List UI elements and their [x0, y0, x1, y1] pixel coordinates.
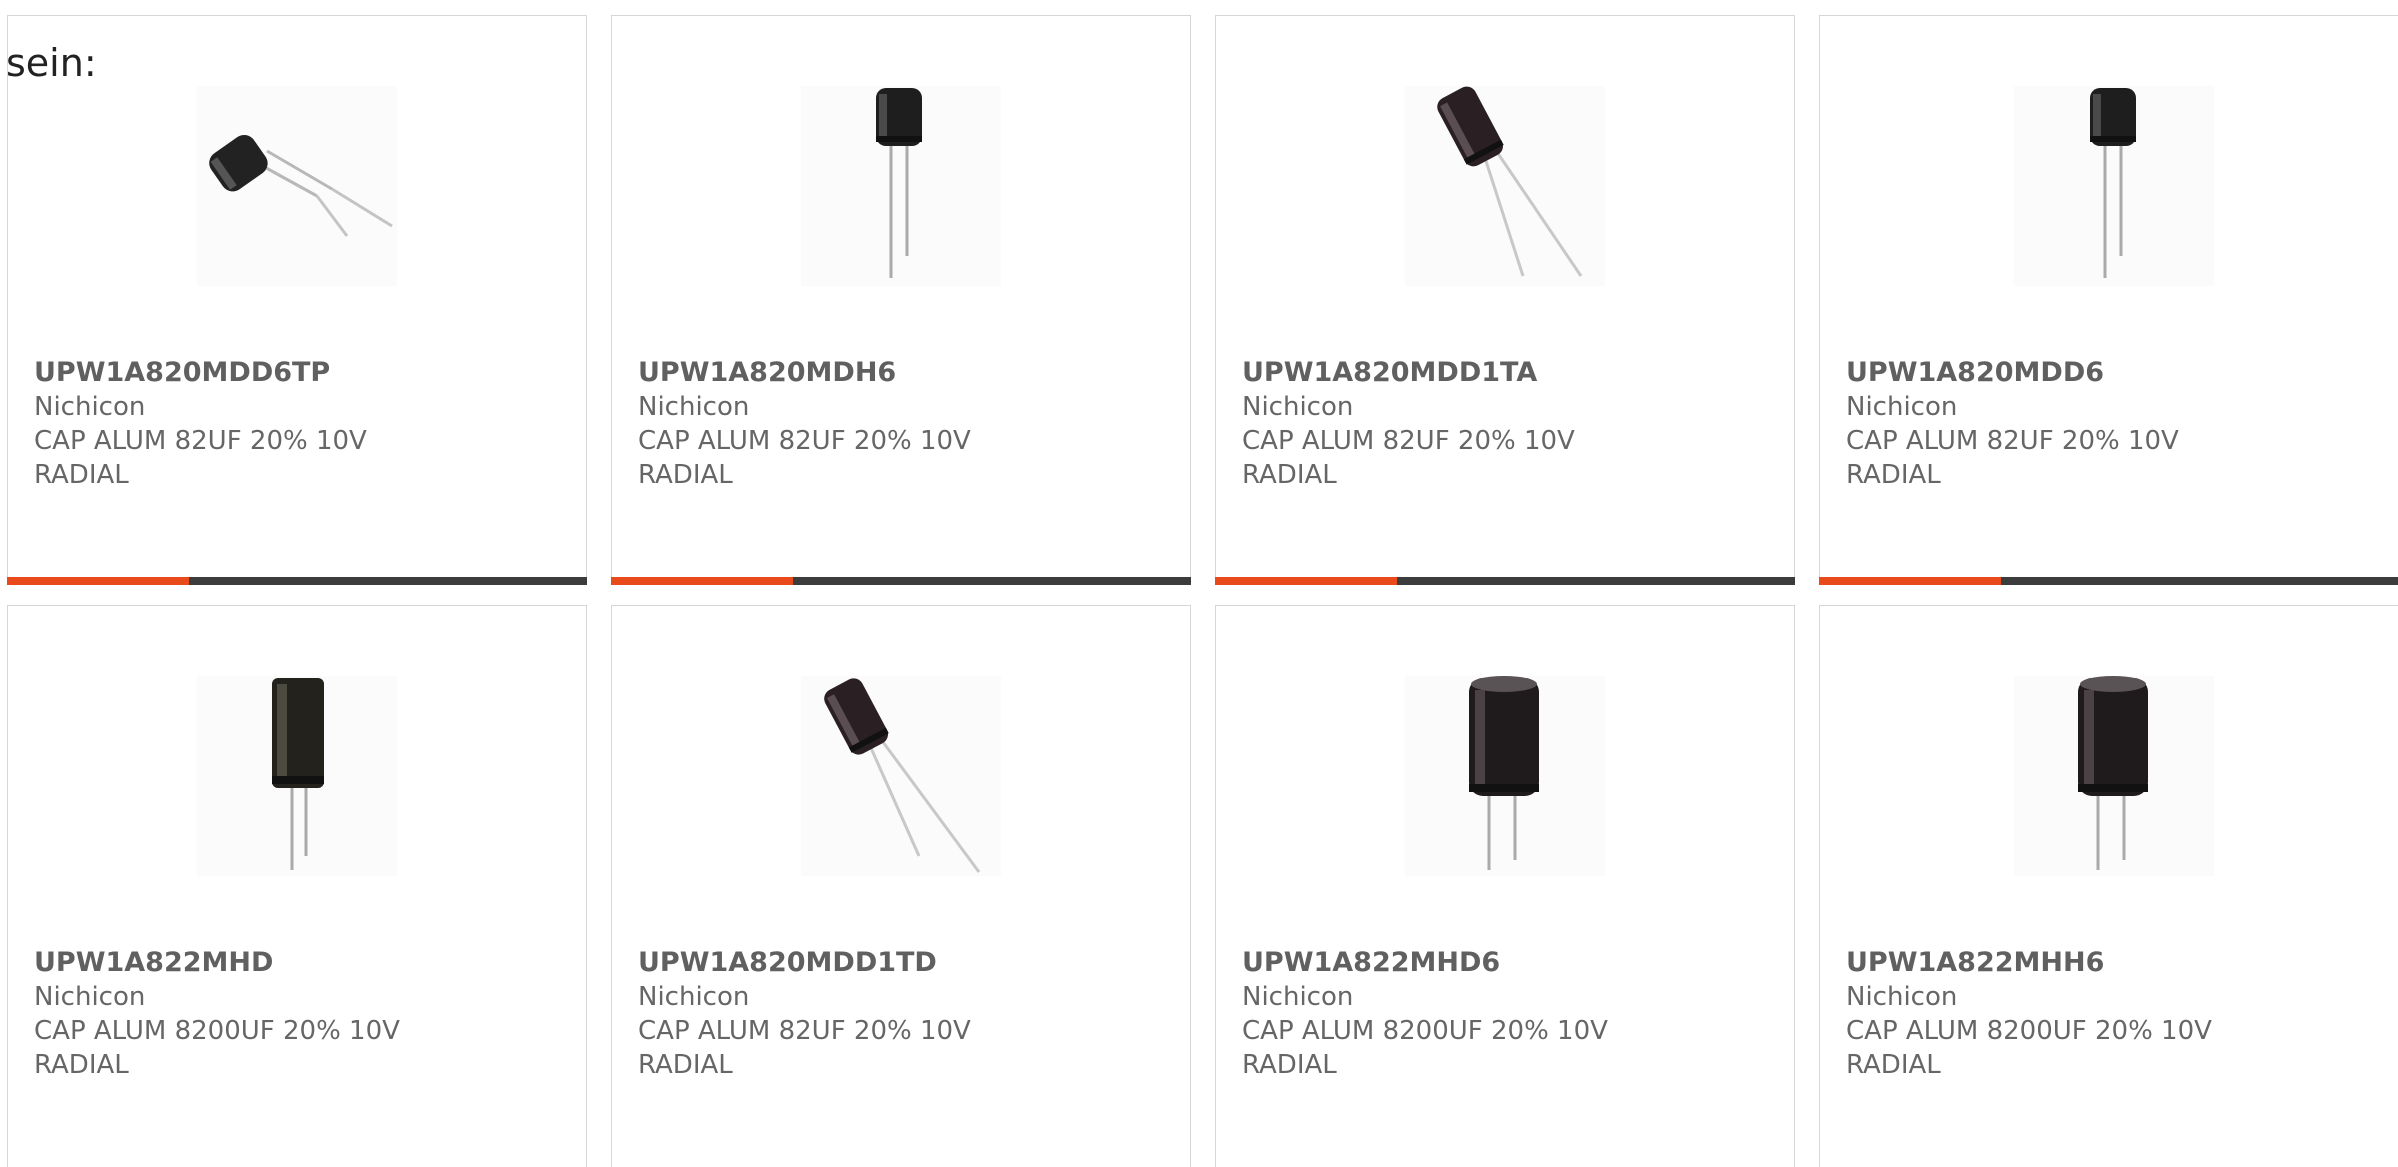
description-package: RADIAL	[34, 460, 129, 490]
part-number-link[interactable]: UPW1A820MDD6	[1846, 356, 2179, 390]
product-card[interactable]: UPW1A820MDD1TA Nichicon CAP ALUM 82UF 20…	[1215, 15, 1795, 585]
description: CAP ALUM 82UF 20% 10V	[638, 426, 971, 456]
product-info: UPW1A820MDH6 Nichicon CAP ALUM 82UF 20% …	[638, 356, 971, 492]
capacitor-upright-small-icon	[2090, 88, 2136, 278]
product-image[interactable]	[197, 676, 397, 876]
product-image[interactable]	[2014, 676, 2214, 876]
product-card[interactable]: UPW1A822MHD Nichicon CAP ALUM 8200UF 20%…	[7, 605, 587, 1167]
description: CAP ALUM 8200UF 20% 10V	[34, 1016, 400, 1046]
product-image[interactable]	[197, 86, 397, 286]
description: CAP ALUM 82UF 20% 10V	[1846, 426, 2179, 456]
card-bottom-bar	[7, 577, 587, 585]
part-number-link[interactable]: UPW1A820MDH6	[638, 356, 971, 390]
manufacturer: Nichicon	[34, 392, 146, 422]
product-image[interactable]	[801, 676, 1001, 876]
description: CAP ALUM 82UF 20% 10V	[1242, 426, 1575, 456]
product-info: UPW1A820MDD6TP Nichicon CAP ALUM 82UF 20…	[34, 356, 367, 492]
product-info: UPW1A820MDD1TD Nichicon CAP ALUM 82UF 20…	[638, 946, 971, 1082]
description-package: RADIAL	[1242, 1050, 1337, 1080]
product-card[interactable]: UPW1A822MHD6 Nichicon CAP ALUM 8200UF 20…	[1215, 605, 1795, 1167]
product-image[interactable]	[2014, 86, 2214, 286]
capacitor-tilted-icon	[1437, 86, 1583, 277]
manufacturer: Nichicon	[1846, 392, 1958, 422]
intro-text: sein:	[6, 41, 97, 85]
manufacturer: Nichicon	[638, 982, 750, 1012]
manufacturer: Nichicon	[34, 982, 146, 1012]
card-accent	[1215, 577, 1397, 585]
part-number-link[interactable]: UPW1A820MDD6TP	[34, 356, 367, 390]
product-image[interactable]	[1405, 86, 1605, 286]
description: CAP ALUM 82UF 20% 10V	[34, 426, 367, 456]
product-info: UPW1A820MDD1TA Nichicon CAP ALUM 82UF 20…	[1242, 356, 1575, 492]
part-number-link[interactable]: UPW1A820MDD1TA	[1242, 356, 1575, 390]
capacitor-large-icon	[1469, 676, 1539, 870]
manufacturer: Nichicon	[638, 392, 750, 422]
product-card[interactable]: UPW1A820MDD1TD Nichicon CAP ALUM 82UF 20…	[611, 605, 1191, 1167]
description-package: RADIAL	[1846, 1050, 1941, 1080]
part-number-link[interactable]: UPW1A822MHH6	[1846, 946, 2212, 980]
product-info: UPW1A822MHH6 Nichicon CAP ALUM 8200UF 20…	[1846, 946, 2212, 1082]
card-accent	[611, 577, 793, 585]
description: CAP ALUM 8200UF 20% 10V	[1846, 1016, 2212, 1046]
manufacturer: Nichicon	[1846, 982, 1958, 1012]
product-info: UPW1A822MHD6 Nichicon CAP ALUM 8200UF 20…	[1242, 946, 1608, 1082]
card-bottom-bar	[1819, 577, 2398, 585]
part-number-link[interactable]: UPW1A822MHD	[34, 946, 400, 980]
capacitor-tilted-small-icon	[209, 134, 393, 237]
card-accent	[7, 577, 189, 585]
capacitor-upright-small-icon	[876, 88, 922, 278]
product-image[interactable]	[1405, 676, 1605, 876]
description-package: RADIAL	[638, 1050, 733, 1080]
description-package: RADIAL	[34, 1050, 129, 1080]
product-grid-page: sein: UPW1A820MDD6TP Nichicon CAP ALUM 8…	[0, 0, 2398, 1167]
product-card[interactable]: UPW1A822MHH6 Nichicon CAP ALUM 8200UF 20…	[1819, 605, 2398, 1167]
card-bottom-bar	[1215, 577, 1795, 585]
product-info: UPW1A822MHD Nichicon CAP ALUM 8200UF 20%…	[34, 946, 400, 1082]
product-info: UPW1A820MDD6 Nichicon CAP ALUM 82UF 20% …	[1846, 356, 2179, 492]
description-package: RADIAL	[638, 460, 733, 490]
description: CAP ALUM 8200UF 20% 10V	[1242, 1016, 1608, 1046]
product-card[interactable]: UPW1A820MDD6 Nichicon CAP ALUM 82UF 20% …	[1819, 15, 2398, 585]
product-image[interactable]	[801, 86, 1001, 286]
capacitor-tall-icon	[272, 678, 324, 870]
description-package: RADIAL	[1846, 460, 1941, 490]
manufacturer: Nichicon	[1242, 392, 1354, 422]
description-package: RADIAL	[1242, 460, 1337, 490]
capacitor-tilted-icon	[824, 678, 981, 873]
part-number-link[interactable]: UPW1A820MDD1TD	[638, 946, 971, 980]
part-number-link[interactable]: UPW1A822MHD6	[1242, 946, 1608, 980]
manufacturer: Nichicon	[1242, 982, 1354, 1012]
capacitor-large-icon	[2078, 676, 2148, 870]
card-bottom-bar	[611, 577, 1191, 585]
card-accent	[1819, 577, 2001, 585]
product-card[interactable]: UPW1A820MDH6 Nichicon CAP ALUM 82UF 20% …	[611, 15, 1191, 585]
product-card[interactable]: UPW1A820MDD6TP Nichicon CAP ALUM 82UF 20…	[7, 15, 587, 585]
description: CAP ALUM 82UF 20% 10V	[638, 1016, 971, 1046]
